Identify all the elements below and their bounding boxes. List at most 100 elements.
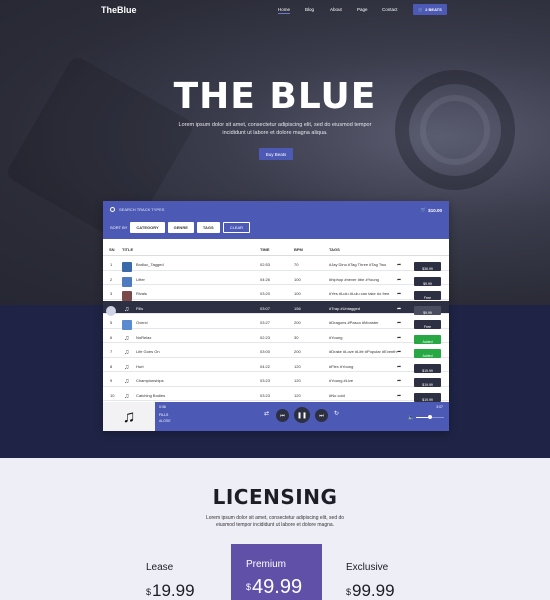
- share-icon[interactable]: ➦: [397, 349, 401, 355]
- cart-total[interactable]: 🛒 $10.00: [421, 207, 442, 213]
- plan-price: $ 99.99: [346, 581, 395, 600]
- track-row[interactable]: 3 Rivals 03:20 100 #Yes #Lulu #Lulu can take…: [103, 286, 449, 301]
- nav-item-home[interactable]: Home: [278, 7, 290, 12]
- track-time: 03:00: [260, 349, 271, 354]
- share-icon[interactable]: ➦: [397, 320, 401, 326]
- nav-item-about[interactable]: About: [330, 7, 342, 12]
- add-to-cart-button[interactable]: $36.99: [414, 262, 441, 271]
- site-logo[interactable]: TheBlue: [101, 5, 137, 15]
- add-to-cart-button[interactable]: Free: [414, 320, 441, 329]
- track-number: 2: [110, 276, 113, 282]
- add-to-cart-button[interactable]: Free: [414, 291, 441, 300]
- music-note-icon: ♫: [124, 334, 130, 342]
- filter-tags[interactable]: TAGS: [196, 222, 220, 233]
- track-row[interactable]: 9 ♫ Championships 03:23 120 #Young #Live ➦ $19.…: [103, 373, 449, 387]
- add-to-cart-button[interactable]: $19.99: [414, 378, 441, 387]
- track-bpm: 200: [294, 320, 301, 325]
- track-thumbnail: [122, 291, 132, 301]
- nav-item-contact[interactable]: Contact: [382, 7, 398, 12]
- track-title[interactable]: Catching Bodies: [136, 393, 165, 398]
- hero-subtitle-line: incididunt ut labore et dolore magna ali…: [222, 130, 328, 136]
- volume-slider-handle[interactable]: [428, 415, 432, 419]
- share-icon[interactable]: ➦: [397, 393, 401, 399]
- shuffle-icon[interactable]: ⇄: [264, 410, 269, 417]
- add-to-cart-button[interactable]: $9.99: [414, 276, 441, 286]
- track-time: 03:23: [260, 378, 271, 383]
- share-icon[interactable]: ➦: [397, 364, 401, 370]
- track-row[interactable]: 7 ♫ Life Goes On 03:00 200 #Drake #Love #Life…: [103, 344, 449, 358]
- add-to-cart-button[interactable]: $19.99: [414, 363, 441, 373]
- track-title[interactable]: Championships: [136, 378, 164, 383]
- cart-button[interactable]: 🛒 2 BEATS: [413, 4, 447, 15]
- price-label: Free: [423, 296, 432, 300]
- add-to-cart-button[interactable]: $19.99: [414, 392, 441, 402]
- track-row[interactable]: 2 Lifter 04:26 100 #hiphop #never #be #Young…: [103, 272, 449, 287]
- share-icon[interactable]: ➦: [397, 335, 401, 341]
- add-to-cart-button[interactable]: $9.99: [414, 305, 441, 315]
- track-title[interactable]: Life Goes On: [136, 349, 160, 354]
- plan-premium[interactable]: Premium $ 49.99: [231, 544, 322, 600]
- share-icon[interactable]: ➦: [397, 378, 401, 384]
- plan-lease[interactable]: Lease $ 19.99: [146, 562, 195, 600]
- buy-beats-button[interactable]: Buy Beats: [259, 148, 293, 160]
- price-label: $19.99: [422, 397, 433, 402]
- share-icon[interactable]: ➦: [397, 291, 401, 297]
- track-bpm: 100: [294, 291, 301, 296]
- search-bar[interactable]: SEARCH TRACK TYPES: [110, 207, 164, 212]
- share-icon[interactable]: ➦: [397, 277, 401, 283]
- track-row[interactable]: 10 ♫ Catching Bodies 03:23 120 #No cold ➦ $19.9…: [103, 388, 449, 402]
- track-time: 04:26: [260, 276, 271, 282]
- add-to-cart-button[interactable]: Added: [414, 349, 441, 358]
- track-tags: #Dragons #Pasco #Monster: [329, 320, 379, 325]
- player-track-title: FILLS: [159, 413, 169, 417]
- plan-name: Premium: [246, 559, 287, 570]
- track-title[interactable]: Hurt: [136, 364, 144, 369]
- licensing-subtitle-line: Lorem ipsum dolor sit amet, consectetur …: [205, 515, 345, 521]
- track-tags: #Jay Dino #Tag Three #Tag Two: [329, 262, 387, 267]
- filter-genre[interactable]: GENRE: [167, 222, 194, 233]
- music-note-icon: ♫: [124, 305, 130, 313]
- nav-active-underline: [278, 13, 290, 14]
- track-title[interactable]: Rivals: [136, 291, 147, 296]
- search-icon: [110, 207, 115, 212]
- plan-exclusive[interactable]: Exclusive $ 99.99: [346, 562, 395, 600]
- licensing-title: LICENSING: [212, 485, 338, 509]
- nav-item-page[interactable]: Page: [357, 7, 368, 12]
- track-row[interactable]: 6 ♫ NoRelax 02:23 30 #Young ➦ Added: [103, 330, 449, 344]
- plan-amount: 49.99: [252, 576, 303, 598]
- track-bpm: 30: [294, 334, 299, 340]
- share-icon[interactable]: ➦: [397, 306, 401, 312]
- add-to-cart-button[interactable]: Added: [414, 334, 441, 344]
- track-number: 10: [110, 392, 115, 398]
- music-note-icon: ♫: [124, 363, 130, 371]
- share-icon[interactable]: ➦: [397, 262, 401, 268]
- repeat-icon[interactable]: ↻: [334, 410, 339, 417]
- track-title[interactable]: Overcl: [136, 320, 148, 325]
- track-row[interactable]: 5 Overcl 03:27 200 #Dragons #Pasco #Monster ➦…: [103, 315, 449, 330]
- audio-player: ♫ 0:36 FILLS ALOSE 3:07 ⇄ ⏮ ❚❚ ⏭ ↻ 🔈: [103, 402, 449, 431]
- hero-subtitle-line: Lorem ipsum dolor sit amet, consectetur …: [178, 122, 372, 128]
- volume-icon[interactable]: 🔈: [408, 415, 414, 421]
- nav-item-blog[interactable]: Blog: [305, 7, 314, 12]
- clear-filters-button[interactable]: CLEAR: [222, 222, 251, 233]
- track-time: 02:23: [260, 334, 271, 340]
- track-row[interactable]: ♫ Fills 03:07 156 #Trap #Untagged ➦ $9.99: [103, 300, 449, 316]
- price-label: $36.99: [422, 267, 433, 271]
- track-time: 02:53: [260, 262, 271, 267]
- previous-track-button[interactable]: ⏮: [276, 409, 289, 422]
- track-title[interactable]: Bndloc_Tagged: [136, 262, 164, 267]
- next-track-button[interactable]: ⏭: [315, 409, 328, 422]
- play-indicator-icon[interactable]: [106, 305, 116, 316]
- track-row[interactable]: 1 Bndloc_Tagged 02:53 70 #Jay Dino #Tag Thre…: [103, 257, 449, 272]
- track-title[interactable]: Fills: [136, 306, 143, 311]
- filter-category[interactable]: CATEGORY: [130, 222, 165, 233]
- track-row[interactable]: 8 ♫ Hurt 04:22 120 #Flex #Young ➦ $19.99: [103, 359, 449, 373]
- track-bpm: 200: [294, 349, 301, 354]
- plan-price: $ 49.99: [246, 576, 322, 599]
- track-tags: #Young: [329, 334, 343, 340]
- track-title[interactable]: Lifter: [136, 277, 145, 282]
- pause-button[interactable]: ❚❚: [294, 407, 310, 423]
- track-title[interactable]: NoRelax: [136, 335, 151, 340]
- column-header-title: TITLE: [122, 247, 134, 252]
- hero-title: THE BLUE: [173, 76, 377, 117]
